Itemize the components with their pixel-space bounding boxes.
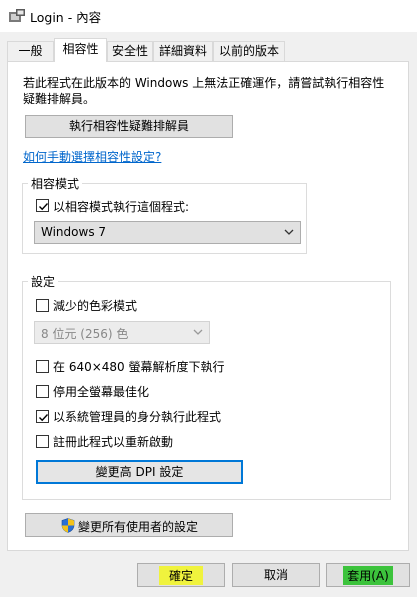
tab-compatibility[interactable]: 相容性 <box>54 38 107 62</box>
compat-mode-label: 以相容模式執行這個程式: <box>53 200 190 214</box>
tab-security[interactable]: 安全性 <box>107 41 153 61</box>
register-restart-checkbox[interactable] <box>36 435 49 448</box>
cancel-button[interactable]: 取消 <box>232 563 320 587</box>
fullscreen-opt-label: 停用全螢幕最佳化 <box>53 385 150 399</box>
compat-os-value: Windows 7 <box>41 225 107 239</box>
app-icon <box>9 9 25 22</box>
intro-text-line1: 若此程式在此版本的 Windows 上無法正確運作，請嘗試執行相容性 <box>23 76 385 90</box>
ok-button[interactable]: 確定 <box>137 563 225 587</box>
chevron-down-icon <box>193 329 203 335</box>
tab-previous-versions[interactable]: 以前的版本 <box>213 41 285 61</box>
reduced-color-checkbox[interactable] <box>36 299 49 312</box>
res-640-checkbox[interactable] <box>36 360 49 373</box>
color-mode-value: 8 位元 (256) 色 <box>41 327 129 341</box>
ok-button-label: 確定 <box>158 566 203 585</box>
tab-general[interactable]: 一般 <box>7 41 54 61</box>
uac-shield-icon <box>61 518 75 533</box>
change-all-users-button[interactable]: 變更所有使用者的設定 <box>25 513 233 537</box>
change-all-users-label: 變更所有使用者的設定 <box>78 520 199 534</box>
compat-mode-group-title: 相容模式 <box>28 175 83 192</box>
title-bar: Login - 內容 <box>0 0 417 32</box>
apply-button-label: 套用(A) <box>343 566 393 585</box>
run-admin-checkbox[interactable] <box>36 410 49 423</box>
change-dpi-button[interactable]: 變更高 DPI 設定 <box>36 460 243 484</box>
run-admin-label: 以系統管理員的身分執行此程式 <box>53 410 222 424</box>
compat-mode-checkbox[interactable] <box>36 199 49 212</box>
res-640-label: 在 640×480 螢幕解析度下執行 <box>53 360 225 374</box>
tab-details[interactable]: 詳細資料 <box>153 41 213 61</box>
compat-os-select[interactable]: Windows 7 <box>34 221 301 244</box>
chevron-down-icon <box>284 229 294 235</box>
window-title: Login - 內容 <box>30 10 102 25</box>
manual-compat-link[interactable]: 如何手動選擇相容性設定? <box>23 148 161 165</box>
checkmark-icon <box>39 414 49 422</box>
reduced-color-label: 減少的色彩模式 <box>53 299 138 313</box>
run-troubleshooter-button[interactable]: 執行相容性疑難排解員 <box>25 115 233 138</box>
checkmark-icon <box>39 203 49 211</box>
register-restart-label: 註冊此程式以重新啟動 <box>53 435 174 449</box>
intro-text-line2: 疑難排解員。 <box>23 92 96 106</box>
fullscreen-opt-checkbox[interactable] <box>36 385 49 398</box>
tab-panel-compatibility: 若此程式在此版本的 Windows 上無法正確運作，請嘗試執行相容性 疑難排解員… <box>7 61 409 551</box>
apply-button[interactable]: 套用(A) <box>326 563 410 587</box>
settings-group-title: 設定 <box>28 273 59 290</box>
color-mode-select[interactable]: 8 位元 (256) 色 <box>34 321 210 344</box>
